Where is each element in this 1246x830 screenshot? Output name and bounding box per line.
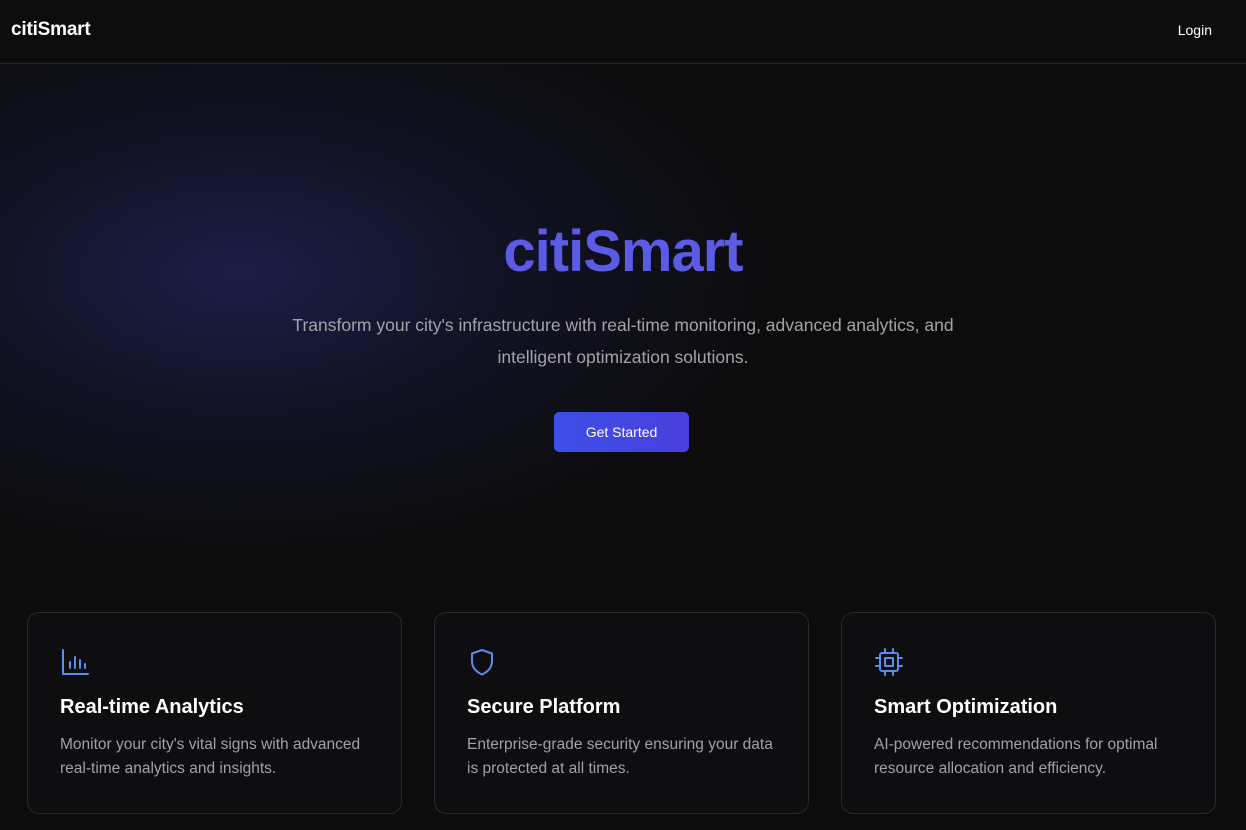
brand-logo[interactable]: citiSmart xyxy=(11,19,91,41)
feature-description: Enterprise-grade security ensuring your … xyxy=(467,736,773,777)
bar-chart-icon xyxy=(60,647,90,677)
feature-card-security: Secure Platform Enterprise-grade securit… xyxy=(434,612,809,814)
hero-background-glow xyxy=(0,40,780,560)
feature-description: AI-powered recommendations for optimal r… xyxy=(874,736,1158,777)
cpu-icon xyxy=(874,647,904,677)
feature-title: Secure Platform xyxy=(467,696,621,718)
feature-card-optimization: Smart Optimization AI-powered recommenda… xyxy=(841,612,1216,814)
feature-title: Real-time Analytics xyxy=(60,696,244,718)
login-link[interactable]: Login xyxy=(1178,22,1212,38)
navbar: citiSmart Login xyxy=(0,0,1246,64)
hero-subtitle: Transform your city's infrastructure wit… xyxy=(292,315,954,367)
feature-description: Monitor your city's vital signs with adv… xyxy=(60,736,361,777)
feature-card-analytics: Real-time Analytics Monitor your city's … xyxy=(27,612,402,814)
hero-title: citiSmart xyxy=(503,219,743,284)
get-started-button[interactable]: Get Started xyxy=(554,412,689,452)
page: citiSmart Login citiSmart Transform your… xyxy=(0,0,1246,830)
shield-icon xyxy=(467,647,497,677)
feature-title: Smart Optimization xyxy=(874,696,1058,718)
